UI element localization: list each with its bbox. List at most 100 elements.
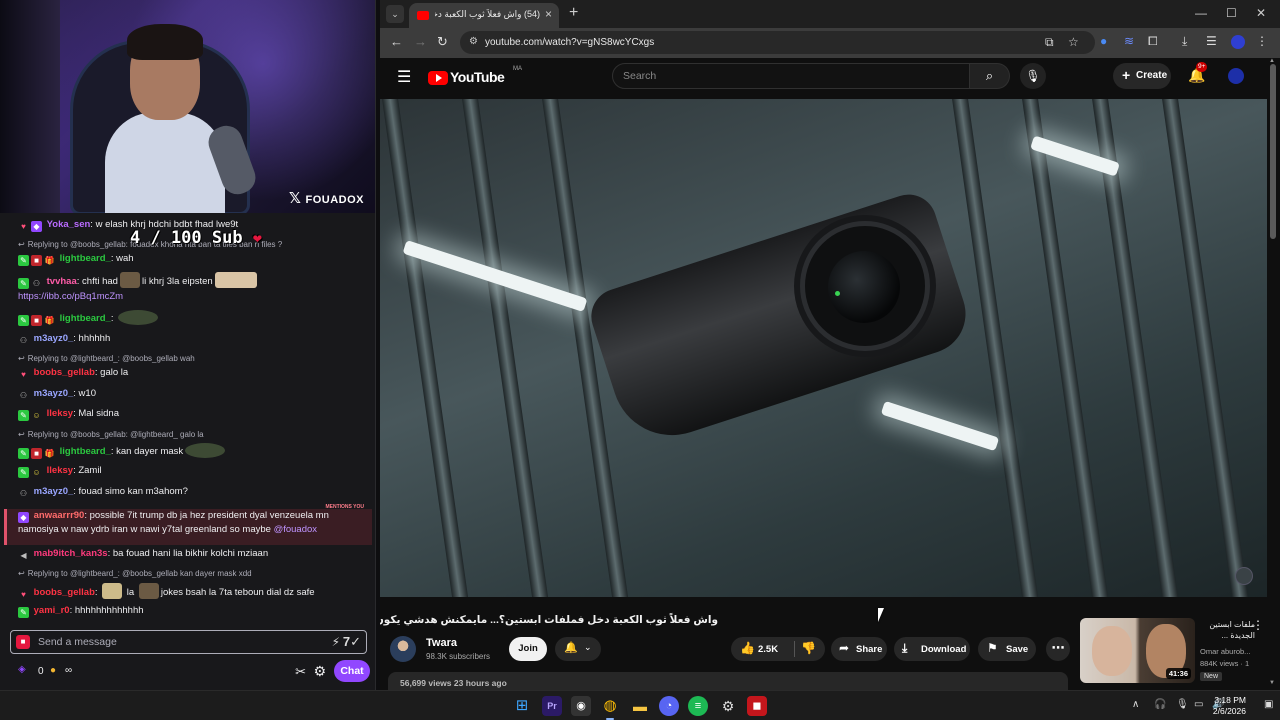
download-button[interactable]: ⤓ Download <box>894 637 970 661</box>
sub-goal: 4 / 100 Sub ❤ <box>130 228 262 248</box>
kebab-menu-icon[interactable]: ⋮ <box>1252 618 1264 632</box>
clock[interactable]: 3:18 PM 2/6/2026 <box>1213 695 1246 717</box>
browser-menu-icon[interactable]: ⋮ <box>1256 34 1268 48</box>
downloads-icon[interactable]: ⤓ <box>1182 34 1187 49</box>
like-count[interactable]: 2.5K <box>758 644 778 655</box>
save-button[interactable]: ⚑ Save <box>978 637 1036 661</box>
start-windows-icon[interactable]: ⊞ <box>512 696 532 716</box>
reply-line: ↩ Replying to @lightbeard_: @boobs_gellab… <box>18 354 195 363</box>
suggested-title[interactable]: ملفات ابستين الجديدة ... <box>1199 619 1255 641</box>
reload-icon[interactable]: ↻ <box>437 34 448 50</box>
scroll-down-icon[interactable]: ▼ <box>1269 680 1275 686</box>
search-input[interactable]: Search <box>612 63 970 89</box>
bookmark-star-icon[interactable]: ☆ <box>1068 35 1079 49</box>
chat-username[interactable]: m3ayz0_ <box>34 388 74 399</box>
thumbs-down-icon[interactable]: 👎 <box>801 641 816 655</box>
close-window-icon[interactable]: ✕ <box>1256 6 1266 20</box>
channel-watermark-icon[interactable] <box>1235 567 1253 585</box>
network-icon[interactable]: ▭ <box>1194 699 1203 710</box>
maximize-icon[interactable]: ☐ <box>1226 6 1237 20</box>
channel-points-icon[interactable]: ◈ <box>18 664 26 675</box>
suggested-thumbnail[interactable]: 41:36 <box>1080 618 1195 683</box>
steam-icon[interactable]: ⚙ <box>718 696 738 716</box>
streamer <box>105 20 225 213</box>
extensions-puzzle-icon[interactable]: ⧠ <box>1148 34 1158 49</box>
chat-input[interactable]: ■ Send a message ⚡ 7✓ <box>10 630 367 654</box>
scrollbar-thumb[interactable] <box>1270 64 1276 239</box>
heart-icon: ❤ <box>252 229 262 247</box>
more-actions-button[interactable]: ⋯ <box>1046 637 1070 661</box>
chevron-down-icon: ⌄ <box>584 642 592 652</box>
notification-center-icon[interactable]: ▣ <box>1264 699 1273 710</box>
views-and-date: 56,699 views 23 hours ago <box>400 678 507 688</box>
voice-search-button[interactable]: 🎙 <box>1020 63 1046 89</box>
headphones-icon[interactable]: 🎧 <box>1154 699 1166 710</box>
chat-username[interactable]: lightbeard_ <box>60 253 111 264</box>
tab-youtube[interactable]: (54) واش فعلاً ثوب الكعبة دخل ف... × <box>409 3 559 28</box>
site-info-icon[interactable]: ⚙ <box>469 36 478 47</box>
chat-link[interactable]: https://ibb.co/pBq1mcZm <box>18 291 368 302</box>
chat-username[interactable]: lleksy <box>47 465 73 476</box>
emote-image <box>185 443 226 458</box>
chat-username[interactable]: m3ayz0_ <box>34 486 74 497</box>
chat-send-button[interactable]: Chat <box>334 660 370 682</box>
premiere-icon[interactable]: Pr <box>542 696 562 716</box>
chat-username[interactable]: lightbeard_ <box>60 446 111 457</box>
thumbs-up-icon[interactable]: 👍 <box>740 641 755 655</box>
mention-link[interactable]: @fouadox <box>274 524 317 535</box>
back-icon[interactable]: ← <box>390 34 403 49</box>
gear-icon[interactable]: ⚙ <box>313 663 326 680</box>
chrome-icon[interactable]: ◍ <box>600 696 620 720</box>
channel-name[interactable]: Twara <box>426 637 457 649</box>
tab-search-icon[interactable]: ⌄ <box>386 5 404 23</box>
chat-username[interactable]: lleksy <box>47 408 73 419</box>
emote-picker-icon[interactable]: 7✓ <box>343 634 361 650</box>
chat-username[interactable]: anwaarrr90 <box>34 510 85 521</box>
discord-icon[interactable]: ◔ <box>659 696 679 716</box>
suggested-video[interactable]: 41:36 ملفات ابستين الجديدة ... ⋮ Omar ab… <box>1080 616 1270 690</box>
minimize-icon[interactable]: — <box>1195 6 1207 20</box>
chat-username[interactable]: boobs_gellab <box>34 367 95 378</box>
chat-username[interactable]: mab9itch_kan3s <box>34 548 108 559</box>
join-button[interactable]: Join <box>509 637 547 661</box>
hamburger-menu-icon[interactable]: ☰ <box>397 67 411 87</box>
moderation-tool-icon[interactable]: ✂ <box>295 664 306 680</box>
page-scrollbar[interactable]: ▲ ▼ <box>1269 58 1277 690</box>
bits-icon[interactable]: ⚡ <box>332 635 340 649</box>
channel-avatar[interactable] <box>390 636 416 662</box>
spotify-icon[interactable]: ≡ <box>688 696 708 716</box>
alien-badge-icon: ☺ <box>32 411 41 420</box>
streaming-app-icon[interactable]: ◼ <box>747 696 767 716</box>
subscribed-notifications-button[interactable]: 🔔 ⌄ <box>555 637 601 661</box>
chat-username[interactable]: tvvhaa <box>47 276 77 287</box>
extension-wave-icon[interactable]: ≋ <box>1124 34 1134 48</box>
chat-username[interactable]: Yoka_sen <box>47 219 91 230</box>
create-button[interactable]: + Create <box>1113 63 1171 89</box>
coin-icon[interactable]: ● <box>50 665 56 676</box>
edit-badge-icon: ✎ <box>18 410 29 421</box>
browser-profile-avatar[interactable] <box>1231 35 1245 49</box>
chat-username[interactable]: lightbeard_ <box>60 313 111 324</box>
tray-overflow-icon[interactable]: ∧ <box>1132 699 1139 710</box>
mic-tray-icon[interactable]: 🎙 <box>1176 699 1189 710</box>
obs-icon[interactable]: ◉ <box>571 696 591 716</box>
video-player[interactable] <box>380 99 1267 597</box>
chat-username[interactable]: yami_r0 <box>34 605 70 616</box>
cast-icon[interactable]: ⧉ <box>1045 35 1054 50</box>
search-button[interactable]: ⌕ <box>970 63 1010 89</box>
notifications-button[interactable]: 🔔 9+ <box>1188 62 1208 84</box>
chat-username[interactable]: m3ayz0_ <box>34 333 74 344</box>
chat-badge-icon[interactable]: ■ <box>16 635 30 649</box>
chat-username[interactable]: boobs_gellab <box>34 587 95 598</box>
chat-text: namosiya w naw ydrb iran w nawi y7tal gr… <box>18 524 271 535</box>
share-button[interactable]: ➦ Share <box>831 637 887 661</box>
account-avatar[interactable] <box>1228 68 1244 84</box>
forward-icon[interactable]: → <box>414 34 427 49</box>
address-bar[interactable]: ⚙ youtube.com/watch?v=gNS8wcYCxgs ⧉ ☆ <box>460 31 1095 54</box>
extension-shield-icon[interactable]: ● <box>1100 34 1107 48</box>
reading-list-icon[interactable]: ☰ <box>1206 34 1217 48</box>
mod-badge-icon: ■ <box>31 315 42 326</box>
new-tab-icon[interactable]: + <box>569 4 578 22</box>
file-explorer-icon[interactable]: ▬ <box>630 696 650 716</box>
close-tab-icon[interactable]: × <box>545 7 552 21</box>
